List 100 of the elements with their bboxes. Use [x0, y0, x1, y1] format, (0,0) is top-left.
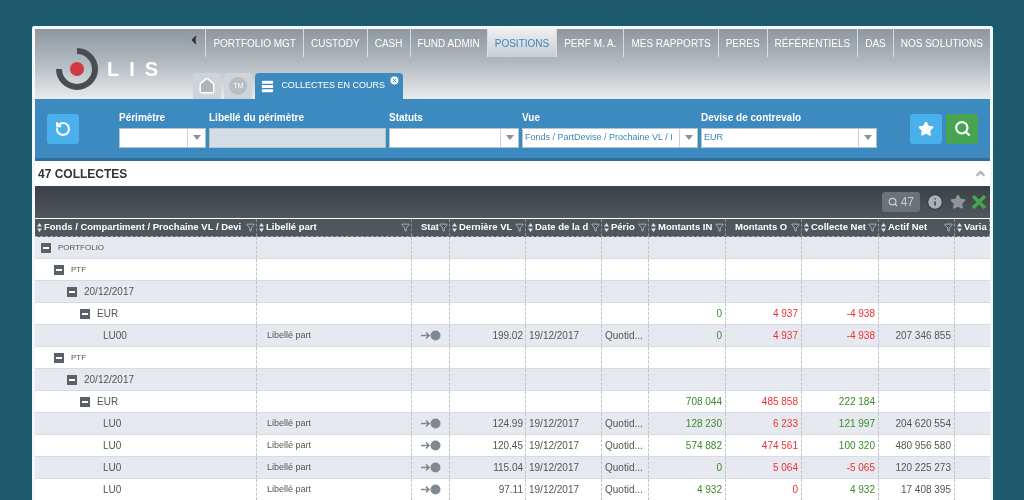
nav-tab[interactable]: CUSTODY — [303, 29, 367, 57]
filter-icon[interactable] — [868, 223, 877, 232]
table-cell-text: 19/12/2017 — [529, 483, 580, 497]
sort-icon[interactable] — [651, 223, 656, 232]
amount: 17 408 395 — [900, 483, 951, 497]
column-header[interactable]: Varia — [955, 219, 990, 236]
star-icon[interactable] — [950, 194, 966, 210]
table-cell-text: 120.45 — [492, 439, 523, 453]
select-field[interactable]: EUR — [701, 127, 877, 148]
tree-label: EUR — [97, 395, 119, 409]
column-header[interactable]: Dernière VL — [450, 219, 526, 236]
amount: 574 882 — [685, 439, 722, 453]
amount: 207 346 855 — [895, 329, 951, 343]
nav-tab[interactable]: PERES — [717, 29, 767, 57]
amount: 121 997 — [838, 417, 875, 431]
collapse-icon[interactable] — [80, 396, 90, 407]
filter-icon[interactable] — [944, 223, 953, 232]
collapse-icon[interactable] — [54, 352, 64, 363]
home-tab[interactable] — [193, 73, 222, 99]
sort-icon[interactable] — [259, 223, 264, 232]
close-icon[interactable] — [388, 75, 400, 86]
nav-tab[interactable]: FUND ADMIN — [409, 29, 487, 57]
select-field[interactable] — [119, 127, 206, 148]
column-header[interactable]: Pério — [602, 219, 649, 236]
refresh-button[interactable] — [47, 113, 79, 144]
amount: 5 064 — [772, 461, 798, 475]
filter-icon[interactable] — [439, 223, 448, 232]
tree-label: LU0 — [103, 417, 122, 431]
nav-tab[interactable]: RÉFÉRENTIELS — [766, 29, 858, 57]
filter-icon[interactable] — [591, 223, 600, 232]
nav-tab[interactable]: PORTFOLIO MGT — [205, 29, 303, 57]
amount: 128 230 — [685, 417, 722, 431]
amount: 0 — [792, 483, 798, 497]
amount: 4 937 — [772, 329, 798, 343]
nav-tab[interactable]: CASH — [366, 29, 410, 57]
column-header[interactable]: Stat — [412, 219, 450, 236]
filter-icon[interactable] — [515, 223, 524, 232]
amount: -4 938 — [846, 329, 875, 343]
column-header[interactable]: Actif Net — [879, 219, 955, 236]
field-label: Périmètre — [119, 110, 167, 125]
star-icon — [918, 120, 934, 137]
logo-text: LIS — [107, 57, 169, 82]
column-header[interactable]: Fonds / Compartiment / Prochaine VL / Devi — [35, 219, 257, 236]
tree-label: PTF — [71, 351, 87, 364]
amount: 204 620 554 — [895, 417, 951, 431]
collapse-icon[interactable] — [54, 264, 64, 275]
table-cell-text: Libellé part — [267, 328, 312, 342]
column-header[interactable]: Date de la d — [526, 219, 602, 236]
table-cell-text: Libellé part — [267, 438, 312, 452]
filter-icon[interactable] — [791, 223, 800, 232]
select-field[interactable]: Fonds / PartDevise / Prochaine VL / I — [522, 127, 698, 148]
filter-icon[interactable] — [638, 223, 647, 232]
amount: 222 184 — [838, 395, 875, 409]
sort-icon[interactable] — [881, 223, 886, 232]
sort-icon[interactable] — [37, 223, 42, 232]
select-field[interactable] — [389, 127, 519, 148]
column-header[interactable]: Collecte Net — [802, 219, 879, 236]
sort-icon[interactable] — [804, 223, 809, 232]
section-title: 47 COLLECTES — [38, 165, 129, 183]
sort-icon[interactable] — [957, 223, 962, 232]
sort-icon[interactable] — [604, 223, 609, 232]
amount: 480 956 580 — [895, 439, 951, 453]
table-cell-text: 19/12/2017 — [529, 439, 580, 453]
column-header[interactable]: Montants O — [726, 219, 802, 236]
collapse-icon[interactable] — [67, 286, 77, 297]
collapse-icon[interactable] — [41, 242, 51, 253]
amount: -5 065 — [846, 461, 875, 475]
search-button[interactable] — [946, 113, 978, 144]
amount: 6 233 — [772, 417, 798, 431]
amount: 708 044 — [685, 395, 722, 409]
nav-tab[interactable]: PERF M. A. — [556, 29, 624, 57]
nav-tab[interactable]: NOS SOLUTIONS — [892, 29, 990, 57]
column-header[interactable]: Libellé part — [257, 219, 412, 236]
filter-icon[interactable] — [246, 223, 255, 232]
tab[interactable]: COLLECTES EN COURS — [255, 73, 403, 99]
sort-icon[interactable] — [452, 223, 457, 232]
filter-icon[interactable] — [715, 223, 724, 232]
table-cell-text: 199.02 — [492, 329, 523, 343]
nav-tab[interactable]: POSITIONS — [486, 29, 557, 57]
column-header[interactable]: Montants IN — [649, 219, 726, 236]
amount: 0 — [716, 307, 722, 321]
text-field[interactable] — [209, 127, 386, 148]
nav-tab[interactable]: DAS — [857, 29, 893, 57]
collapse-icon[interactable] — [67, 374, 77, 385]
sort-icon[interactable] — [528, 223, 533, 232]
favorite-button[interactable] — [910, 113, 942, 144]
amount: 120 225 273 — [895, 461, 951, 475]
collapse-icon[interactable] — [80, 308, 90, 319]
table-cell-text: Quotid... — [605, 329, 643, 343]
info-icon[interactable] — [926, 193, 944, 211]
nav-tab[interactable]: MES RAPPORTS — [623, 29, 718, 57]
table-cell-text: 19/12/2017 — [529, 461, 580, 475]
amount: 0 — [716, 461, 722, 475]
refresh-icon — [55, 120, 71, 137]
amount: 100 320 — [838, 439, 875, 453]
tree-label: PORTFOLIO — [58, 241, 105, 254]
tree-label: PTF — [71, 263, 87, 276]
excel-export-icon[interactable] — [972, 195, 986, 209]
filter-icon[interactable] — [401, 223, 410, 232]
search-count-field[interactable]: 47 — [881, 192, 920, 212]
